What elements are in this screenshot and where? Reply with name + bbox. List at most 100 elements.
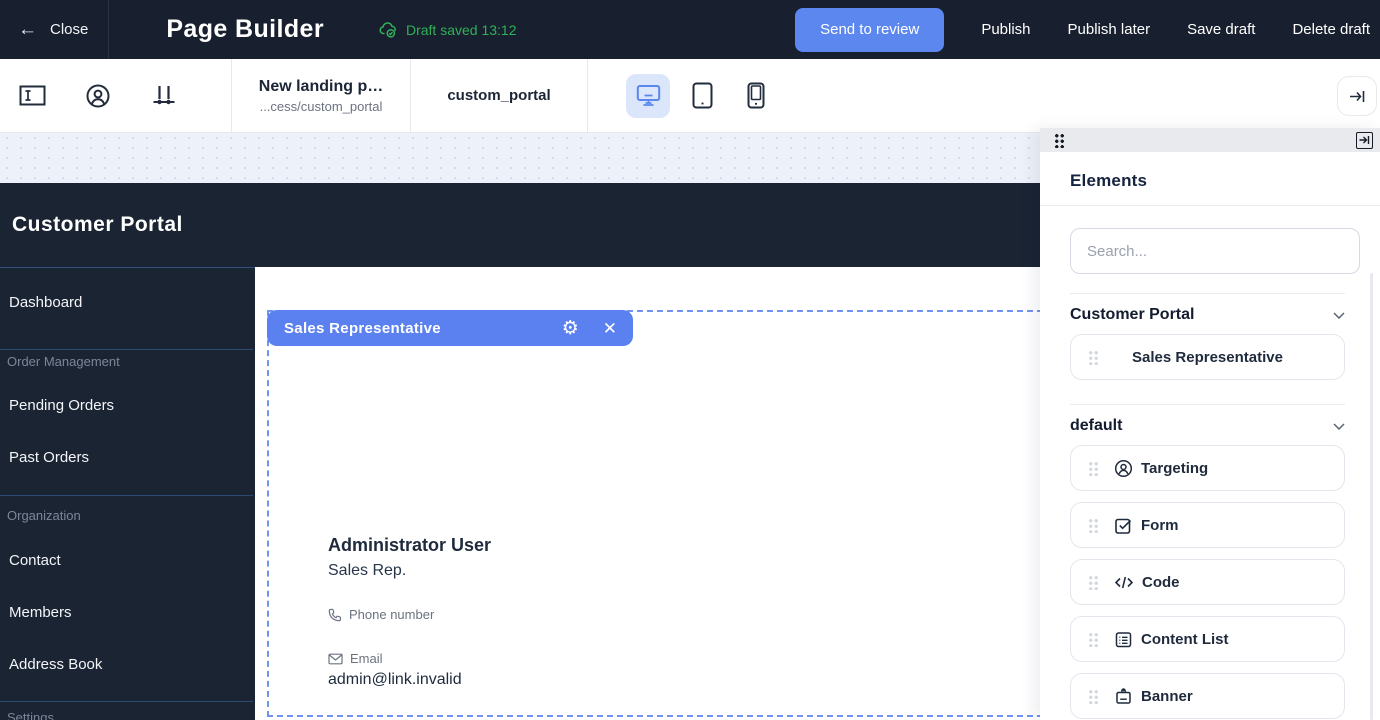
rep-phone-label: Phone number: [349, 607, 434, 622]
panel-scrollbar[interactable]: [1370, 273, 1373, 720]
close-button[interactable]: Close: [50, 21, 88, 38]
sidebar-divider: [0, 495, 253, 496]
search-input[interactable]: [1070, 228, 1360, 274]
element-label: Banner: [1141, 688, 1193, 705]
element-label: Targeting: [1141, 460, 1208, 477]
section-title: Customer Portal: [1070, 306, 1194, 324]
draft-status: Draft saved 13:12: [379, 21, 517, 39]
chevron-down-icon: [1333, 312, 1345, 319]
element-card-code[interactable]: Code: [1070, 559, 1345, 605]
sidebar-item-members[interactable]: Members: [9, 604, 72, 621]
save-draft-button[interactable]: Save draft: [1187, 21, 1255, 38]
cloud-check-icon: [379, 21, 399, 39]
delete-draft-button[interactable]: Delete draft: [1292, 21, 1370, 38]
sidebar-item-pending-orders[interactable]: Pending Orders: [9, 397, 114, 414]
chevron-down-icon: [1333, 423, 1345, 430]
sidebar-item-past-orders[interactable]: Past Orders: [9, 449, 89, 466]
send-to-review-button[interactable]: Send to review: [795, 8, 944, 52]
panel-body: Customer Portal Sales Representative def…: [1040, 206, 1380, 719]
rep-email-value: admin@link.invalid: [328, 671, 491, 689]
code-icon: [1114, 574, 1134, 591]
section-customer-portal[interactable]: Customer Portal: [1070, 306, 1345, 324]
content-list-icon: [1114, 630, 1133, 649]
back-arrow-icon[interactable]: ←: [18, 19, 37, 41]
phone-preview-button[interactable]: [734, 74, 778, 118]
section-default[interactable]: default: [1070, 417, 1345, 435]
drag-handle-icon[interactable]: [1088, 632, 1099, 647]
desktop-preview-button[interactable]: [626, 74, 670, 118]
phone-icon: [328, 608, 342, 622]
topbar-actions: Send to review Publish Publish later Sav…: [795, 8, 1380, 52]
canvas: Customer Portal Dashboard Order Manageme…: [0, 133, 1040, 720]
rep-email-row: Email: [328, 651, 491, 666]
rep-email-label: Email: [350, 651, 383, 666]
topbar: ← Close Page Builder Draft saved 13:12 S…: [0, 0, 1380, 59]
portal-body: Dashboard Order Management Pending Order…: [0, 267, 1040, 720]
page-path: ...cess/custom_portal: [260, 99, 383, 114]
page-selector[interactable]: New landing p… ...cess/custom_portal: [232, 78, 410, 114]
element-card-banner[interactable]: Banner: [1070, 673, 1345, 719]
sidebar-label-settings: Settings: [7, 710, 54, 720]
targeting-icon: [1114, 459, 1133, 478]
page-name: New landing p…: [259, 78, 383, 96]
sidebar-item-dashboard[interactable]: Dashboard: [9, 294, 82, 311]
tab-custom-portal[interactable]: custom_portal: [411, 87, 587, 104]
portal-content: Sales Representative ⚙ ✕ Administrator U…: [255, 267, 1040, 720]
sidebar-item-contact[interactable]: Contact: [9, 552, 61, 569]
element-cards: Targeting Form: [1070, 435, 1380, 719]
publish-later-button[interactable]: Publish later: [1068, 21, 1151, 38]
selected-element-name: Sales Representative: [284, 320, 441, 337]
collapse-panel-button[interactable]: [1337, 76, 1377, 116]
section-title: default: [1070, 417, 1122, 435]
panel-drag-handle-icon[interactable]: [1054, 133, 1065, 148]
toolbar-divider: [587, 59, 588, 133]
sales-rep-card: Administrator User Sales Rep. Phone numb…: [328, 534, 491, 689]
profile-icon[interactable]: [78, 76, 118, 116]
drag-handle-icon[interactable]: [1088, 575, 1099, 590]
element-label: Form: [1141, 517, 1179, 534]
elements-panel: Elements Customer Portal Sales Represent…: [1040, 128, 1380, 720]
rep-phone-row: Phone number: [328, 607, 491, 622]
sidebar-label-order-management: Order Management: [7, 354, 120, 369]
page-builder-window: ← Close Page Builder Draft saved 13:12 S…: [0, 0, 1380, 720]
rep-name: Administrator User: [328, 534, 491, 556]
panel-dragbar[interactable]: [1040, 128, 1380, 152]
rep-role: Sales Rep.: [328, 560, 491, 582]
drag-handle-icon[interactable]: [1088, 518, 1099, 533]
element-settings-gear-icon[interactable]: ⚙: [562, 319, 579, 338]
element-card-sales-representative[interactable]: Sales Representative: [1070, 334, 1345, 380]
element-card-form[interactable]: Form: [1070, 502, 1345, 548]
element-label: Content List: [1141, 631, 1229, 648]
drag-handle-icon[interactable]: [1088, 461, 1099, 476]
banner-icon: [1114, 687, 1133, 706]
element-card-targeting[interactable]: Targeting: [1070, 445, 1345, 491]
device-preview-switcher: [626, 74, 778, 118]
text-field-icon[interactable]: [12, 76, 52, 116]
app-title: Page Builder: [166, 15, 324, 44]
email-icon: [328, 653, 343, 665]
panel-title: Elements: [1040, 152, 1380, 191]
form-icon: [1114, 516, 1133, 535]
selected-element-label[interactable]: Sales Representative ⚙ ✕: [267, 310, 633, 346]
publish-button[interactable]: Publish: [981, 21, 1030, 38]
drag-handle-icon[interactable]: [1088, 689, 1099, 704]
section-divider: [1070, 293, 1345, 294]
panel-collapse-icon[interactable]: [1356, 132, 1373, 149]
portal-header: Customer Portal: [0, 183, 1040, 267]
section-divider: [1070, 404, 1345, 405]
topbar-divider: [108, 0, 109, 59]
element-close-icon[interactable]: ✕: [603, 320, 617, 337]
portal-title: Customer Portal: [0, 213, 183, 237]
page-preview: Customer Portal Dashboard Order Manageme…: [0, 183, 1040, 720]
tablet-preview-button[interactable]: [680, 74, 724, 118]
sidebar-item-address-book[interactable]: Address Book: [9, 656, 102, 673]
element-label: Sales Representative: [1071, 349, 1344, 366]
sliders-icon[interactable]: [144, 76, 184, 116]
selected-element-outline[interactable]: Sales Representative ⚙ ✕ Administrator U…: [267, 310, 1043, 717]
element-label: Code: [1142, 574, 1180, 591]
sidebar-label-organization: Organization: [7, 508, 81, 523]
portal-sidebar: Dashboard Order Management Pending Order…: [0, 267, 255, 720]
element-card-content-list[interactable]: Content List: [1070, 616, 1345, 662]
draft-status-text: Draft saved 13:12: [406, 22, 517, 38]
sidebar-divider: [0, 701, 253, 702]
